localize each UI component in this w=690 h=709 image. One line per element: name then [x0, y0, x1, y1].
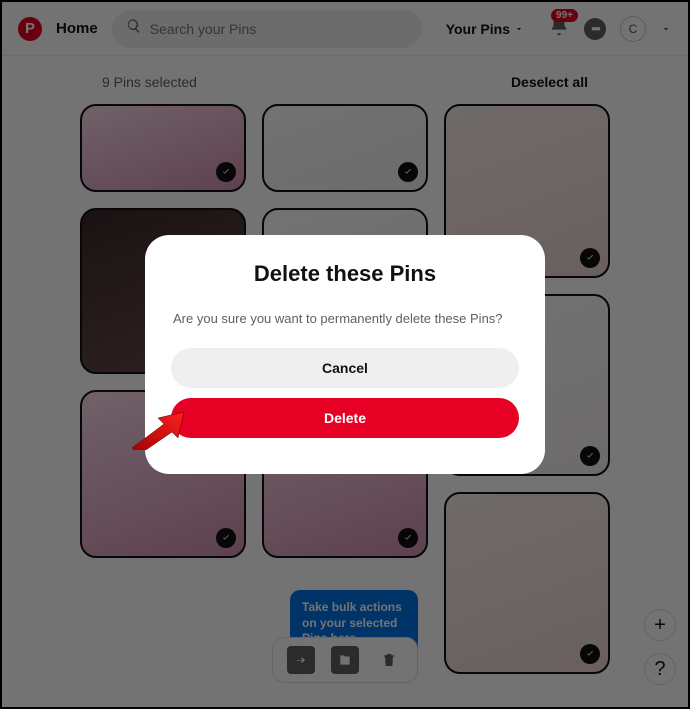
dialog-title: Delete these Pins	[171, 261, 519, 287]
dialog-body: Are you sure you want to permanently del…	[171, 311, 519, 326]
modal-overlay[interactable]: Delete these Pins Are you sure you want …	[2, 2, 688, 707]
delete-confirmation-dialog: Delete these Pins Are you sure you want …	[145, 235, 545, 474]
cancel-button[interactable]: Cancel	[171, 348, 519, 388]
confirm-delete-button[interactable]: Delete	[171, 398, 519, 438]
